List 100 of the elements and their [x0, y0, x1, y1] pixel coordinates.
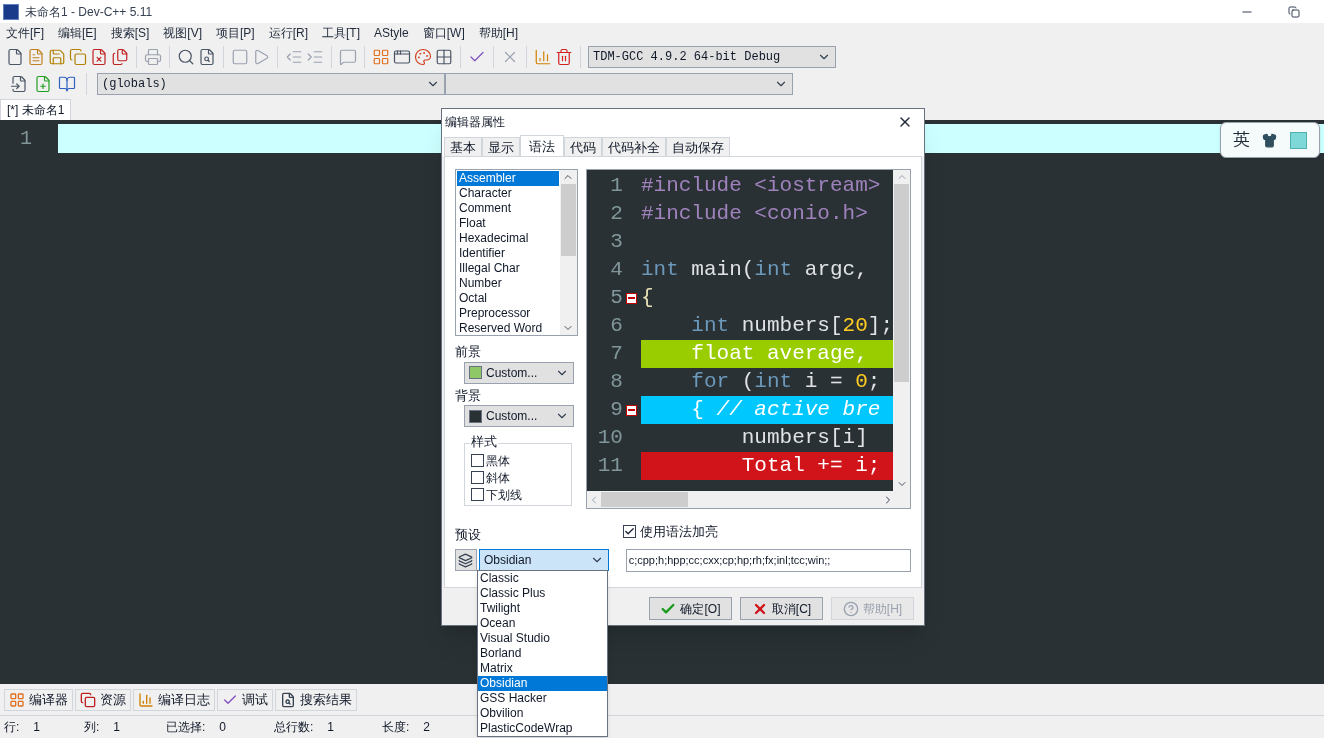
load-preset-button[interactable]	[455, 549, 477, 571]
list-item[interactable]: Illegal Char	[457, 261, 559, 276]
panel-tab[interactable]: 资源	[75, 689, 131, 711]
field-label: 前景	[455, 343, 482, 361]
color-select[interactable]: Custom...	[464, 361, 574, 384]
fold-marker-icon[interactable]	[626, 292, 638, 304]
search-icon	[280, 692, 296, 708]
list-item[interactable]: Character	[457, 186, 559, 201]
grid-icon[interactable]	[372, 47, 390, 66]
tab[interactable]: 代码	[564, 137, 602, 156]
checkbox[interactable]	[623, 525, 636, 539]
fold-marker-icon[interactable]	[626, 404, 638, 416]
code-line: #include <iostream>	[640, 173, 882, 199]
checkbox[interactable]	[471, 488, 484, 501]
search-icon[interactable]	[177, 47, 195, 66]
panel-tab[interactable]: 搜索结果	[275, 689, 357, 711]
shirt-icon[interactable]	[1262, 132, 1278, 148]
add-file-icon[interactable]	[34, 75, 52, 93]
line-number: 4	[609, 257, 623, 283]
ok-button[interactable]: 确定[O]	[649, 597, 732, 620]
delete-icon[interactable]	[555, 47, 573, 66]
dropdown-option[interactable]: Matrix	[478, 661, 607, 676]
dropdown-option[interactable]: Twilight	[478, 601, 607, 616]
list-item[interactable]: Preprocessor	[457, 306, 559, 321]
tab[interactable]: 语法	[520, 135, 564, 156]
menu-item[interactable]: 项目[P]	[216, 24, 255, 42]
dropdown-option[interactable]: PlasticCodeWrap	[478, 721, 607, 736]
list-item[interactable]: Float	[457, 216, 559, 231]
open-file-icon[interactable]	[27, 47, 45, 66]
chart-icon	[138, 692, 154, 708]
dropdown-option[interactable]: Visual Studio	[478, 631, 607, 646]
cancel-button[interactable]: 取消[C]	[740, 597, 823, 620]
extensions-field[interactable]: c;cpp;h;hpp;cc;cxx;cp;hp;rh;fx;inl;tcc;win;;	[625, 548, 911, 572]
tab[interactable]: 自动保存	[666, 137, 730, 156]
menu-item[interactable]: 搜索[S]	[110, 24, 150, 42]
save-icon[interactable]	[48, 47, 66, 66]
list-item[interactable]: Identifier	[457, 246, 559, 261]
menu-item[interactable]: 视图[V]	[163, 24, 202, 42]
panel-tab[interactable]: 调试	[217, 689, 273, 711]
ime-mode[interactable]: 英	[1233, 127, 1251, 153]
list-item[interactable]: Octal	[457, 291, 559, 306]
menu-item[interactable]: 工具[T]	[322, 24, 361, 42]
tab[interactable]: 代码补全	[602, 137, 666, 156]
panel-tab[interactable]: 编译日志	[133, 689, 215, 711]
dropdown-option[interactable]: Classic	[478, 571, 607, 586]
checkbox-label: 使用语法加亮	[640, 523, 718, 541]
function-select[interactable]	[445, 73, 793, 95]
line-number: 8	[609, 369, 623, 395]
checkbox-label: 下划线	[486, 486, 522, 504]
compiler-select[interactable]: TDM-GCC 4.9.2 64-bit Debug	[588, 45, 836, 68]
print-icon[interactable]	[144, 47, 162, 66]
status-label: 行:	[4, 719, 20, 736]
dropdown-option[interactable]: Obvilion	[478, 706, 607, 721]
palette-icon[interactable]	[414, 47, 432, 66]
field-label: 预设	[455, 526, 482, 544]
close-all-icon[interactable]	[111, 47, 129, 66]
menu-item[interactable]: 帮助[H]	[478, 24, 519, 42]
window-icon[interactable]	[393, 47, 411, 66]
dropdown-option[interactable]: Ocean	[478, 616, 607, 631]
replace-icon[interactable]	[198, 47, 216, 66]
tiles-icon[interactable]	[435, 47, 453, 66]
scrollbar[interactable]	[559, 170, 577, 335]
list-item[interactable]: Number	[457, 276, 559, 291]
editor-tab[interactable]: [*] 未命名1	[0, 99, 72, 120]
dropdown-option[interactable]: Obsidian	[478, 676, 607, 691]
status-label: 列:	[84, 719, 100, 736]
close-file-icon[interactable]	[90, 47, 108, 66]
panel-tab[interactable]: 编译器	[4, 689, 73, 711]
dropdown-option[interactable]: Borland	[478, 646, 607, 661]
checkbox[interactable]	[471, 454, 484, 467]
restore-icon[interactable]	[1288, 5, 1300, 18]
chart-icon[interactable]	[534, 47, 552, 66]
tab[interactable]: 显示	[482, 137, 520, 156]
menu-item[interactable]: 运行[R]	[268, 24, 309, 42]
comment-icon[interactable]	[339, 47, 357, 66]
preset-select[interactable]: Obsidian	[478, 549, 609, 571]
scope-select[interactable]: (globals)	[97, 73, 445, 95]
list-item[interactable]: Assembler	[457, 171, 559, 186]
menu-item[interactable]: 文件[F]	[6, 24, 44, 42]
menu-item[interactable]: 编辑[E]	[58, 24, 97, 42]
line-number: 3	[609, 229, 623, 255]
list-item[interactable]: Comment	[457, 201, 559, 216]
line-number: 1	[19, 126, 33, 152]
line-number: 1	[609, 173, 623, 199]
menu-item[interactable]: AStyle	[374, 24, 409, 42]
color-select[interactable]: Custom...	[464, 405, 574, 427]
menu-item[interactable]: 窗口[W]	[422, 24, 465, 42]
checkbox-label: 斜体	[486, 469, 510, 487]
tab[interactable]: 基本	[444, 137, 482, 156]
line-number: 7	[609, 341, 623, 367]
new-file-icon[interactable]	[6, 47, 24, 66]
dropdown-option[interactable]: Classic Plus	[478, 586, 607, 601]
run-icon[interactable]	[252, 47, 270, 66]
list-item[interactable]: Reserved Word	[457, 321, 559, 335]
list-item[interactable]: Hexadecimal	[457, 231, 559, 246]
dropdown-option[interactable]: GSS Hacker	[478, 691, 607, 706]
checkbox[interactable]	[471, 471, 484, 484]
insert-icon[interactable]	[10, 75, 28, 93]
field-label: 背景	[455, 386, 482, 405]
status-label: 已选择:	[166, 719, 206, 736]
